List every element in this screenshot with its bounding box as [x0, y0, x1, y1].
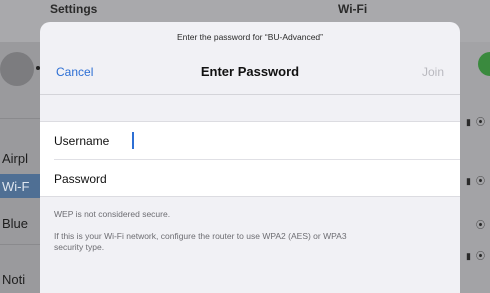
lock-icon: ▮ — [466, 117, 471, 127]
wifi-signal-icon: ⦿ — [476, 117, 486, 127]
credentials-form: Username Password — [40, 121, 460, 197]
background-settings-title: Settings — [50, 2, 98, 16]
username-label: Username — [54, 134, 110, 148]
sidebar-item-notifications: Noti — [2, 272, 26, 287]
background-divider — [0, 118, 40, 119]
background-network-list — [460, 42, 490, 293]
join-button[interactable]: Join — [422, 65, 444, 79]
password-field[interactable] — [130, 166, 446, 192]
background-divider — [0, 244, 40, 245]
password-prompt: Enter the password for “BU-Advanced” — [177, 32, 323, 42]
modal-header: Cancel Enter Password Join — [40, 54, 460, 94]
wifi-signal-icon: ⦿ — [476, 251, 486, 261]
password-label: Password — [54, 172, 107, 186]
header-divider — [40, 94, 460, 95]
text-cursor — [132, 132, 134, 149]
lock-icon: ▮ — [466, 251, 471, 261]
password-row: Password — [40, 160, 460, 198]
background-wifi-title: Wi-Fi — [338, 2, 368, 16]
wifi-signal-icon: ⦿ — [476, 176, 486, 186]
username-row: Username — [40, 122, 460, 160]
lock-icon: ▮ — [466, 176, 471, 186]
wifi-signal-icon: ⦿ — [476, 220, 486, 230]
router-config-note: If this is your Wi-Fi network, configure… — [54, 231, 347, 252]
sidebar-item-wifi: Wi-F — [0, 174, 40, 198]
sidebar-item-bluetooth: Blue — [2, 216, 29, 231]
username-field[interactable] — [130, 128, 446, 154]
enter-password-modal: Enter the password for “BU-Advanced” Can… — [40, 22, 460, 293]
wep-security-note: WEP is not considered secure. — [54, 209, 171, 219]
avatar — [0, 52, 34, 86]
sidebar-item-airplane: Airpl — [2, 151, 29, 166]
modal-title: Enter Password — [200, 64, 300, 79]
